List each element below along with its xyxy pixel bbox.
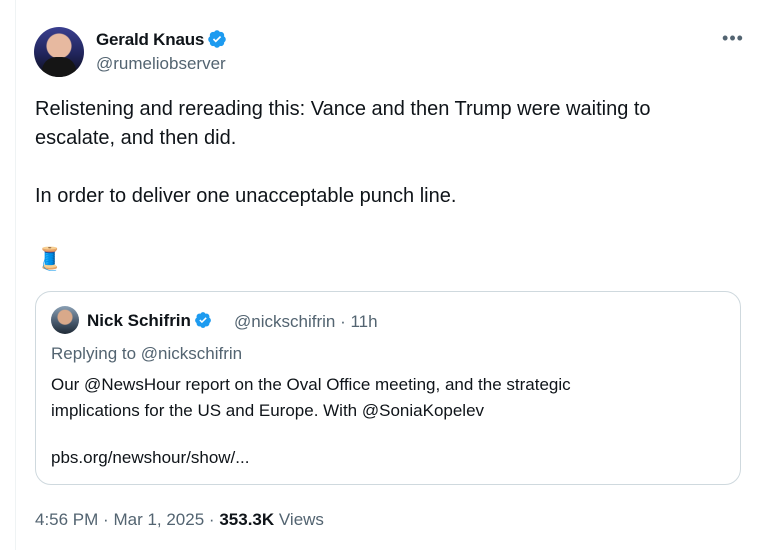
- quoted-meta: @nickschifrin · 11h: [234, 312, 378, 332]
- more-options-button[interactable]: •••: [720, 28, 746, 50]
- tweet-time[interactable]: 4:56 PM: [35, 510, 98, 529]
- more-horizontal-icon: •••: [722, 28, 744, 48]
- author-name-row[interactable]: Gerald Knaus: [96, 29, 227, 50]
- author-handle[interactable]: @rumeliobserver: [96, 54, 226, 74]
- thread-emoji: 🧵: [36, 246, 64, 271]
- tweet-footer: 4:56 PM · Mar 1, 2025 · 353.3K Views: [35, 510, 324, 530]
- quoted-author-name-row[interactable]: Nick Schifrin: [87, 311, 212, 331]
- views-count[interactable]: 353.3K: [219, 510, 274, 529]
- quoted-tweet[interactable]: Nick Schifrin @nickschifrin · 11h Replyi…: [35, 291, 741, 485]
- separator-dot: ·: [103, 510, 109, 529]
- verified-badge-icon: [195, 312, 211, 328]
- author-avatar[interactable]: [34, 27, 84, 77]
- author-name[interactable]: Gerald Knaus: [96, 30, 204, 49]
- quoted-author-avatar[interactable]: [51, 306, 79, 334]
- quoted-link[interactable]: pbs.org/newshour/show/...: [51, 448, 249, 468]
- quoted-age[interactable]: 11h: [350, 312, 377, 331]
- quoted-text: Our @NewsHour report on the Oval Office …: [51, 375, 571, 420]
- tweet-text: Relistening and rereading this: Vance an…: [35, 98, 651, 207]
- quoted-author-name[interactable]: Nick Schifrin: [87, 311, 191, 330]
- tweet-date[interactable]: Mar 1, 2025: [113, 510, 204, 529]
- quoted-author-handle[interactable]: @nickschifrin: [234, 312, 335, 331]
- separator-dot: ·: [208, 510, 215, 529]
- views-label: Views: [278, 510, 324, 529]
- verified-badge-icon: [208, 30, 226, 48]
- replying-to: Replying to @nickschifrin: [51, 344, 243, 363]
- separator-dot: ·: [340, 312, 346, 331]
